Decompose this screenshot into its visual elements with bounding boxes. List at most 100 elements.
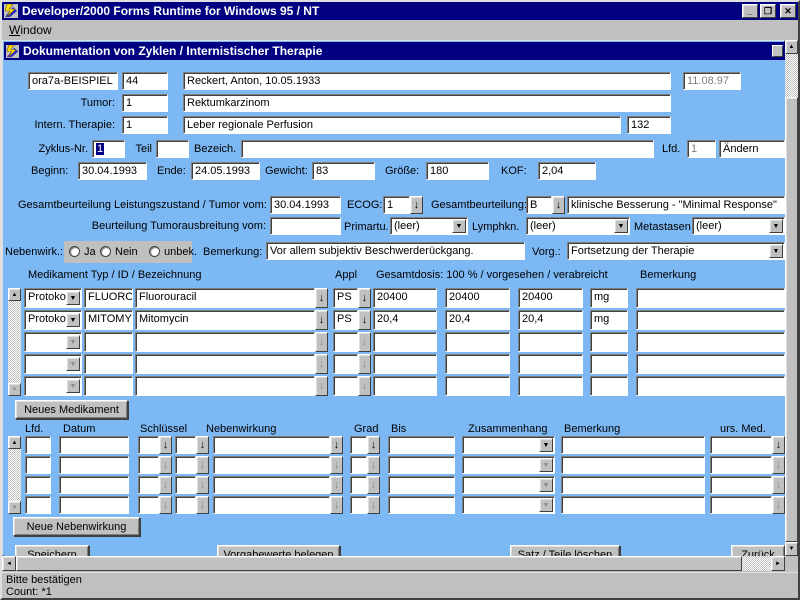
- med-name-field[interactable]: [135, 332, 315, 352]
- med-type-dropdown-icon[interactable]: ▼: [66, 313, 80, 327]
- nw-grad-field[interactable]: [350, 436, 367, 454]
- med-bemerkung-field[interactable]: [636, 354, 785, 374]
- med-id-field[interactable]: [84, 376, 133, 396]
- nw-datum-field[interactable]: [59, 476, 129, 494]
- med-type-select[interactable]: Protokol▼: [24, 288, 82, 308]
- nw-ursmed-field[interactable]: [710, 456, 772, 474]
- scroll-left-icon[interactable]: ◄: [2, 556, 16, 571]
- groesse-field[interactable]: 180: [426, 162, 489, 180]
- med-vorgesehen-field[interactable]: [445, 332, 510, 352]
- nw-key1-field[interactable]: [138, 496, 159, 514]
- primartu-select[interactable]: (leer) ▼: [390, 217, 468, 235]
- med-einheit-field[interactable]: mg: [590, 288, 628, 308]
- nw-key1-field[interactable]: [138, 476, 159, 494]
- med-dosis-field[interactable]: 20400: [373, 288, 437, 308]
- kof-field[interactable]: 2,04: [538, 162, 596, 180]
- form-window-control[interactable]: [772, 45, 783, 57]
- nw-key2-field[interactable]: [175, 496, 196, 514]
- nw-key1-field[interactable]: [138, 436, 159, 454]
- nw-bemerkung-field[interactable]: [561, 476, 705, 494]
- nw-zusammenhang-select[interactable]: ▼: [462, 496, 555, 514]
- hscroll-track[interactable]: [742, 556, 771, 571]
- gesamtbeurteilung-lov-button[interactable]: ↓: [552, 196, 565, 214]
- med-name-field[interactable]: Mitomycin: [135, 310, 315, 330]
- hscroll-thumb[interactable]: [16, 556, 742, 571]
- med-verabreicht-field[interactable]: [518, 354, 583, 374]
- patient-name-field[interactable]: Reckert, Anton, 10.05.1933: [183, 72, 671, 90]
- med-appl-field[interactable]: PS: [333, 288, 358, 308]
- med-scroll-up-icon[interactable]: ▲: [8, 288, 21, 301]
- tumor-name-field[interactable]: Rektumkarzinom: [183, 94, 671, 112]
- med-vorgesehen-field[interactable]: [445, 376, 510, 396]
- radio-unbek[interactable]: [149, 246, 160, 257]
- med-einheit-field[interactable]: mg: [590, 310, 628, 330]
- med-dosis-field[interactable]: [373, 332, 437, 352]
- med-id-field[interactable]: FLUOROL: [84, 288, 133, 308]
- gesamtbeurteilung-text-field[interactable]: klinische Besserung - "Minimal Response": [567, 196, 785, 214]
- med-type-dropdown-icon[interactable]: ▼: [66, 335, 80, 349]
- med-dosis-field[interactable]: [373, 354, 437, 374]
- menu-window[interactable]: Window: [9, 23, 52, 37]
- lymphkn-dropdown-icon[interactable]: ▼: [614, 219, 628, 233]
- nw-key1-lov-button[interactable]: ↓: [159, 436, 172, 454]
- med-appl-lov-button[interactable]: ↓: [358, 310, 371, 330]
- primartu-dropdown-icon[interactable]: ▼: [452, 219, 466, 233]
- nw-key2-lov-button[interactable]: ↓: [196, 476, 209, 494]
- med-name-field[interactable]: [135, 376, 315, 396]
- nw-bemerkung-field[interactable]: [561, 456, 705, 474]
- med-vorgesehen-field[interactable]: 20400: [445, 288, 510, 308]
- nw-zusammenhang-select[interactable]: ▼: [462, 436, 555, 454]
- scroll-right-icon[interactable]: ►: [771, 556, 785, 571]
- nw-ursmed-field[interactable]: [710, 436, 772, 454]
- nw-scroll-down-icon[interactable]: ▼: [8, 501, 21, 514]
- med-vorgesehen-field[interactable]: 20,4: [445, 310, 510, 330]
- nw-lfd-field[interactable]: [25, 496, 51, 514]
- nw-nebenwirkung-field[interactable]: [213, 476, 330, 494]
- nw-key2-field[interactable]: [175, 436, 196, 454]
- vorg-dropdown-icon[interactable]: ▼: [769, 244, 783, 258]
- nw-key1-lov-button[interactable]: ↓: [159, 476, 172, 494]
- nw-scroll-track[interactable]: [8, 449, 21, 501]
- med-name-field[interactable]: [135, 354, 315, 374]
- med-scroll-down-icon[interactable]: ▼: [8, 383, 21, 396]
- nw-bis-field[interactable]: [388, 436, 455, 454]
- med-appl-lov-button[interactable]: ↓: [358, 288, 371, 308]
- med-vorgesehen-field[interactable]: [445, 354, 510, 374]
- vorg-select[interactable]: Fortsetzung der Therapie ▼: [567, 242, 785, 260]
- med-name-lov-button[interactable]: ↓: [315, 288, 328, 308]
- med-verabreicht-field[interactable]: [518, 332, 583, 352]
- nw-zusammenhang-select[interactable]: ▼: [462, 456, 555, 474]
- med-appl-field[interactable]: [333, 332, 358, 352]
- med-id-field[interactable]: [84, 354, 133, 374]
- med-type-select[interactable]: Protokol▼: [24, 310, 82, 330]
- zyklus-nr-field[interactable]: 1: [92, 140, 125, 158]
- nw-zusammenhang-dropdown-icon[interactable]: ▼: [539, 498, 553, 512]
- nw-key2-lov-button[interactable]: ↓: [196, 496, 209, 514]
- radio-ja[interactable]: [69, 246, 80, 257]
- lymphkn-select[interactable]: (leer) ▼: [526, 217, 630, 235]
- med-appl-lov-button[interactable]: ↓: [358, 332, 371, 352]
- nw-datum-field[interactable]: [59, 496, 129, 514]
- nw-datum-field[interactable]: [59, 436, 129, 454]
- med-bemerkung-field[interactable]: [636, 310, 785, 330]
- tumor-nr-field[interactable]: 1: [122, 94, 168, 112]
- patient-nr-field[interactable]: 44: [122, 72, 168, 90]
- nw-lfd-field[interactable]: [25, 476, 51, 494]
- med-type-select[interactable]: ▼: [24, 332, 82, 352]
- nw-zusammenhang-dropdown-icon[interactable]: ▼: [539, 438, 553, 452]
- med-dosis-field[interactable]: 20,4: [373, 310, 437, 330]
- nw-grad-field[interactable]: [350, 476, 367, 494]
- med-bemerkung-field[interactable]: [636, 332, 785, 352]
- ende-field[interactable]: 24.05.1993: [191, 162, 260, 180]
- med-id-field[interactable]: MITOMYC: [84, 310, 133, 330]
- neue-nebenwirkung-button[interactable]: Neue Nebenwirkung: [13, 517, 140, 536]
- nw-bemerkung-field[interactable]: [561, 436, 705, 454]
- nw-grad-field[interactable]: [350, 456, 367, 474]
- nw-bis-field[interactable]: [388, 456, 455, 474]
- nw-grad-lov-button[interactable]: ↓: [367, 476, 380, 494]
- med-type-select[interactable]: ▼: [24, 376, 82, 396]
- nw-ursmed-field[interactable]: [710, 476, 772, 494]
- med-id-field[interactable]: [84, 332, 133, 352]
- ecog-lov-button[interactable]: ↓: [410, 196, 423, 214]
- nw-zusammenhang-dropdown-icon[interactable]: ▼: [539, 458, 553, 472]
